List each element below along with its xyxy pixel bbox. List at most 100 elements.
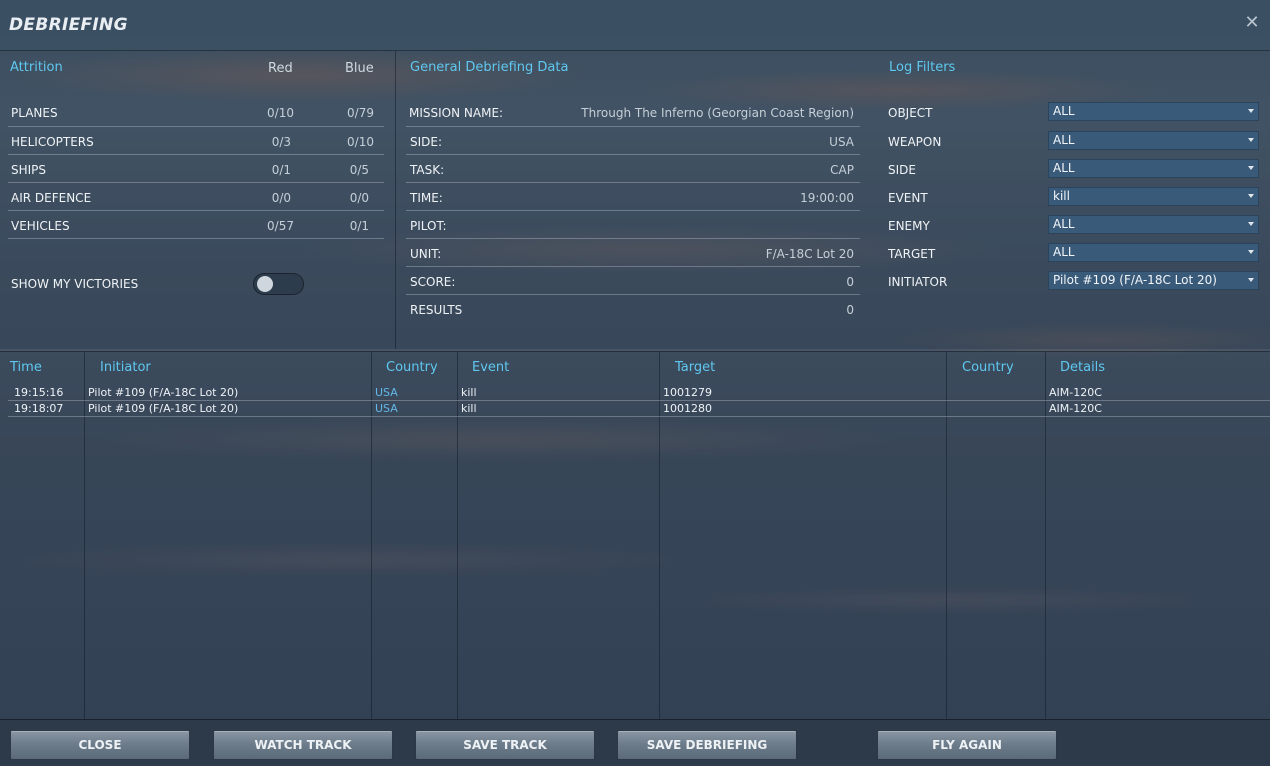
general-value: 0 (846, 303, 854, 317)
general-value: Through The Inferno (Georgian Coast Regi… (581, 106, 854, 120)
attrition-red-value: 0/0 (271, 191, 291, 205)
filter-weapon-select[interactable]: ALL (1048, 131, 1259, 150)
window-title: DEBRIEFING (9, 15, 128, 35)
filter-event-select[interactable]: kill (1048, 187, 1259, 206)
filter-label-side: SIDE (888, 163, 916, 177)
row-divider (8, 126, 384, 127)
filter-enemy-select[interactable]: ALL (1048, 215, 1259, 234)
log-col-initiator[interactable]: Initiator (100, 360, 151, 375)
chevron-down-icon (1248, 194, 1254, 198)
attrition-blue-value: 0/10 (347, 135, 374, 149)
select-value: kill (1053, 189, 1070, 203)
attrition-red-value: 0/1 (271, 163, 291, 177)
general-value: USA (829, 135, 854, 149)
select-value: ALL (1053, 245, 1075, 259)
general-value: CAP (830, 163, 854, 177)
summary-panel: Attrition Red Blue PLANES 0/10 0/79 HELI… (0, 51, 1270, 349)
attrition-label: SHIPS (11, 163, 47, 177)
watch-track-button[interactable]: WATCH TRACK (213, 730, 393, 760)
attrition-label: VEHICLES (11, 219, 70, 233)
chevron-down-icon (1248, 222, 1254, 226)
general-label: TIME: (410, 191, 443, 205)
column-divider (946, 352, 947, 720)
column-divider (457, 352, 458, 720)
filter-label-event: EVENT (888, 191, 928, 205)
show-victories-toggle[interactable] (253, 273, 304, 295)
general-label: RESULTS (410, 303, 463, 317)
general-value: F/A-18C Lot 20 (765, 247, 854, 261)
toggle-knob (257, 276, 273, 292)
cell-target: 1001280 (663, 402, 712, 415)
row-divider (8, 210, 384, 211)
cell-initiator: Pilot #109 (F/A-18C Lot 20) (88, 386, 239, 399)
save-debriefing-button[interactable]: SAVE DEBRIEFING (617, 730, 797, 760)
chevron-down-icon (1248, 166, 1254, 170)
attrition-blue-value: 0/79 (347, 106, 374, 120)
column-divider (371, 352, 372, 720)
filter-label-enemy: ENEMY (888, 219, 930, 233)
row-divider (406, 182, 860, 183)
chevron-down-icon (1248, 109, 1254, 113)
log-col-time[interactable]: Time (10, 360, 42, 375)
column-divider (1045, 352, 1046, 720)
row-divider (406, 238, 860, 239)
select-value: Pilot #109 (F/A-18C Lot 20) (1053, 273, 1217, 287)
cell-country[interactable]: USA (375, 402, 398, 415)
attrition-red-header: Red (268, 61, 293, 76)
general-data-header: General Debriefing Data (410, 60, 569, 75)
row-divider (406, 154, 860, 155)
chevron-down-icon (1248, 250, 1254, 254)
chevron-down-icon (1248, 138, 1254, 142)
attrition-red-value: 0/57 (267, 219, 294, 233)
close-button[interactable]: CLOSE (10, 730, 190, 760)
row-divider (406, 294, 860, 295)
column-divider (659, 352, 660, 720)
attrition-label: HELICOPTERS (11, 135, 94, 149)
log-col-country[interactable]: Country (386, 360, 438, 375)
general-value: 0 (846, 275, 854, 289)
save-track-button[interactable]: SAVE TRACK (415, 730, 595, 760)
cell-country[interactable]: USA (375, 386, 398, 399)
row-divider (8, 182, 384, 183)
row-divider (8, 154, 384, 155)
cell-details: AIM-120C (1049, 402, 1102, 415)
log-col-event[interactable]: Event (472, 360, 509, 375)
filter-side-select[interactable]: ALL (1048, 159, 1259, 178)
chevron-down-icon (1248, 278, 1254, 282)
select-value: ALL (1053, 217, 1075, 231)
select-value: ALL (1053, 104, 1075, 118)
row-divider (406, 210, 860, 211)
fly-again-button[interactable]: FLY AGAIN (877, 730, 1057, 760)
cell-target: 1001279 (663, 386, 712, 399)
attrition-blue-header: Blue (345, 61, 374, 76)
row-divider (406, 266, 860, 267)
cell-time: 19:18:07 (14, 402, 64, 415)
filter-initiator-select[interactable]: Pilot #109 (F/A-18C Lot 20) (1048, 271, 1259, 290)
filter-label-initiator: INITIATOR (888, 275, 948, 289)
cell-time: 19:15:16 (14, 386, 64, 399)
general-value: 19:00:00 (800, 191, 854, 205)
cell-initiator: Pilot #109 (F/A-18C Lot 20) (88, 402, 239, 415)
log-col-target-country[interactable]: Country (962, 360, 1014, 375)
attrition-blue-value: 0/1 (349, 219, 369, 233)
filter-object-select[interactable]: ALL (1048, 102, 1259, 121)
column-divider (84, 352, 85, 720)
row-divider (8, 400, 1270, 401)
select-value: ALL (1053, 133, 1075, 147)
general-label: UNIT: (410, 247, 442, 261)
log-filters-header: Log Filters (889, 60, 956, 75)
general-label: SCORE: (410, 275, 456, 289)
attrition-red-value: 0/10 (267, 106, 294, 120)
column-divider (395, 51, 396, 349)
log-col-target[interactable]: Target (675, 360, 715, 375)
row-divider (8, 416, 1270, 417)
title-bar: DEBRIEFING ✕ (0, 0, 1270, 51)
general-label: MISSION NAME: (409, 106, 504, 120)
row-divider (8, 238, 384, 239)
general-label: TASK: (410, 163, 445, 177)
close-icon[interactable]: ✕ (1243, 14, 1261, 32)
cell-event: kill (461, 386, 477, 399)
log-col-details[interactable]: Details (1060, 360, 1105, 375)
show-victories-label: SHOW MY VICTORIES (11, 277, 139, 291)
filter-target-select[interactable]: ALL (1048, 243, 1259, 262)
